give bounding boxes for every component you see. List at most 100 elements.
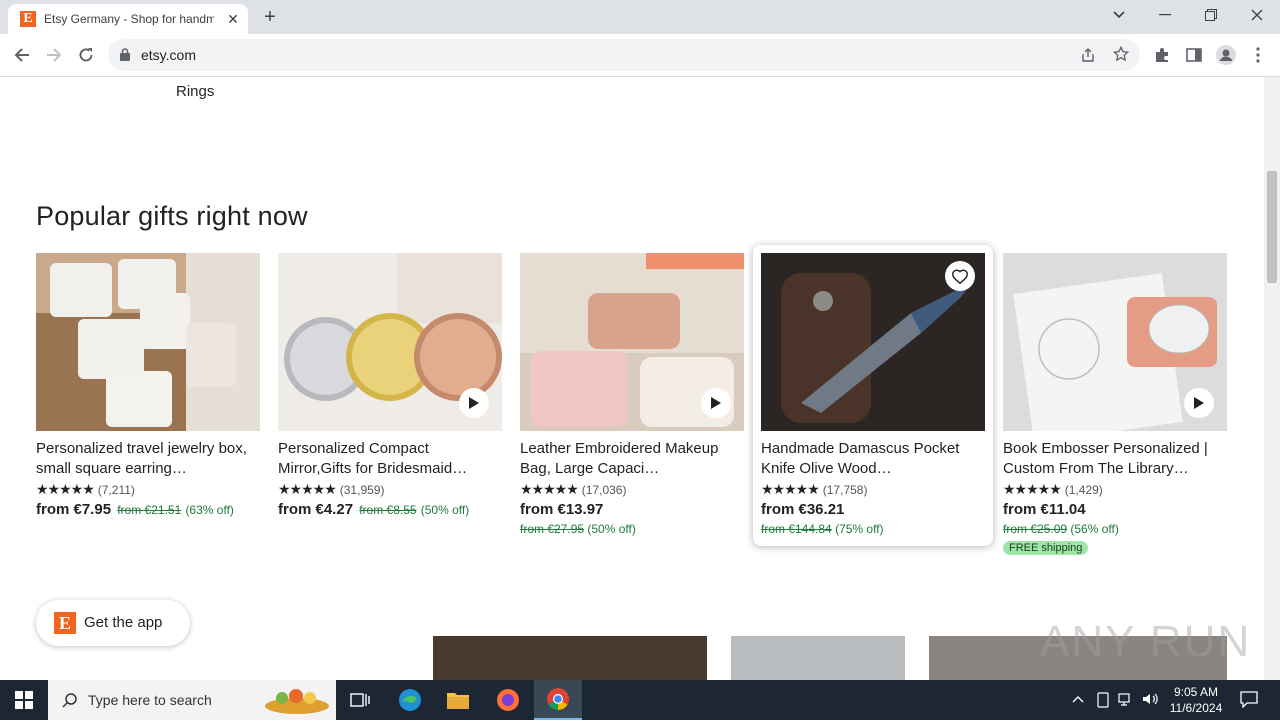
get-the-app-label: Get the app — [84, 614, 163, 631]
taskbar-search-box[interactable]: Type here to search — [48, 680, 336, 720]
forward-icon[interactable] — [40, 42, 68, 68]
firefox-icon[interactable] — [484, 680, 532, 720]
product-card[interactable]: Handmade Damascus Pocket Knife Olive Woo… — [753, 245, 993, 546]
play-video-button[interactable] — [701, 388, 731, 418]
new-tab-button[interactable]: + — [258, 6, 282, 28]
review-count: (7,211) — [97, 482, 135, 497]
close-window-button[interactable] — [1234, 0, 1280, 30]
sale-price: from €13.97 — [520, 501, 604, 518]
file-explorer-icon[interactable] — [434, 680, 482, 720]
price-line: from €7.95 from €21.51 (63% off) — [36, 500, 260, 520]
lock-icon[interactable] — [120, 48, 130, 66]
profile-avatar-icon[interactable] — [1212, 42, 1240, 68]
product-card[interactable]: Leather Embroidered Makeup Bag, Large Ca… — [520, 253, 744, 538]
restore-button[interactable] — [1188, 0, 1234, 30]
reload-icon[interactable] — [72, 42, 100, 68]
discount-text: (50% off) — [587, 522, 636, 536]
rating-stars: ★★★★★ — [36, 481, 95, 497]
price-line: from €11.04 — [1003, 500, 1227, 520]
rating: ★★★★★ (17,036) — [520, 481, 744, 498]
favorite-heart-button[interactable] — [945, 261, 975, 291]
product-title[interactable]: Handmade Damascus Pocket Knife Olive Woo… — [761, 439, 985, 479]
browser-tab[interactable]: E Etsy Germany - Shop for handmade ✕ — [8, 4, 248, 34]
tab-strip: E Etsy Germany - Shop for handmade ✕ + — [0, 0, 1280, 34]
search-highlight-image — [262, 684, 332, 721]
rating-stars: ★★★★★ — [1003, 481, 1062, 497]
windows-start-icon[interactable] — [0, 680, 48, 720]
play-video-button[interactable] — [1184, 388, 1214, 418]
discount-text: (75% off) — [835, 522, 884, 536]
product-image[interactable] — [520, 253, 744, 431]
original-price: from €8.55 — [359, 503, 417, 517]
notifications-icon[interactable] — [1240, 690, 1258, 711]
review-count: (17,758) — [822, 482, 868, 497]
chrome-icon[interactable] — [534, 680, 582, 720]
watermark: ANY RUN — [1040, 617, 1252, 666]
bookmark-star-icon[interactable] — [1112, 45, 1130, 67]
sale-price: from €7.95 — [36, 501, 112, 518]
windows-taskbar: Type here to search 9:05 AM 11/6/2024 — [0, 680, 1280, 720]
tab-title: Etsy Germany - Shop for handmade — [44, 12, 214, 26]
rating-stars: ★★★★★ — [520, 481, 579, 497]
rating-stars: ★★★★★ — [278, 481, 337, 497]
minimize-button[interactable] — [1142, 0, 1188, 30]
product-title[interactable]: Book Embosser Personalized | Custom From… — [1003, 439, 1227, 479]
rating: ★★★★★ (17,758) — [761, 481, 985, 498]
discount-text: (56% off) — [1070, 522, 1119, 536]
search-placeholder: Type here to search — [88, 692, 212, 708]
section-title: Popular gifts right now — [36, 201, 308, 231]
page-scrollbar[interactable] — [1264, 77, 1280, 680]
get-the-app-button[interactable]: E Get the app — [36, 600, 190, 646]
product-card[interactable]: Book Embosser Personalized | Custom From… — [1003, 253, 1227, 556]
edge-browser-icon[interactable] — [386, 680, 434, 720]
product-image[interactable] — [36, 253, 260, 431]
original-price-line: from €144.84 (75% off) — [761, 520, 985, 538]
product-title[interactable]: Personalized travel jewelry box, small s… — [36, 439, 260, 479]
play-video-button[interactable] — [459, 388, 489, 418]
close-tab-icon[interactable]: ✕ — [224, 10, 242, 28]
browser-toolbar: etsy.com — [0, 34, 1280, 77]
tab-search-chevron-icon[interactable] — [1096, 0, 1142, 30]
category-label-rings[interactable]: Rings — [176, 83, 214, 100]
original-price-line: from €25.09 (56% off) — [1003, 520, 1227, 538]
extensions-icon[interactable] — [1148, 42, 1176, 68]
task-view-icon[interactable] — [336, 680, 384, 720]
discount-text: (63% off) — [185, 503, 234, 517]
system-clock[interactable]: 9:05 AM 11/6/2024 — [1166, 684, 1226, 716]
address-bar[interactable]: etsy.com — [108, 39, 1140, 71]
listing-image-partial[interactable] — [433, 636, 707, 680]
sale-price: from €11.04 — [1003, 501, 1086, 518]
product-card[interactable]: Personalized travel jewelry box, small s… — [36, 253, 260, 520]
price-line: from €4.27 from €8.55 (50% off) — [278, 500, 502, 520]
rating: ★★★★★ (1,429) — [1003, 481, 1227, 498]
show-hidden-icons-chevron[interactable] — [1072, 692, 1084, 706]
product-title[interactable]: Leather Embroidered Makeup Bag, Large Ca… — [520, 439, 744, 479]
side-panel-icon[interactable] — [1180, 42, 1208, 68]
tray-device-icon[interactable] — [1096, 692, 1110, 711]
original-price-line: from €27.95 (50% off) — [520, 520, 744, 538]
product-image[interactable] — [278, 253, 502, 431]
price-line: from €36.21 — [761, 500, 985, 520]
price-line: from €13.97 — [520, 500, 744, 520]
scrollbar-thumb[interactable] — [1267, 171, 1277, 283]
free-shipping-badge: FREE shipping — [1003, 541, 1089, 555]
etsy-favicon-icon: E — [20, 11, 36, 27]
original-price: from €21.51 — [117, 503, 182, 517]
menu-kebab-icon[interactable] — [1244, 42, 1272, 68]
product-image[interactable] — [1003, 253, 1227, 431]
review-count: (31,959) — [339, 482, 385, 497]
product-title[interactable]: Personalized Compact Mirror,Gifts for Br… — [278, 439, 502, 479]
rating-stars: ★★★★★ — [761, 481, 820, 497]
product-card[interactable]: Personalized Compact Mirror,Gifts for Br… — [278, 253, 502, 520]
back-icon[interactable] — [8, 42, 36, 68]
volume-icon[interactable] — [1142, 692, 1158, 709]
network-icon[interactable] — [1118, 692, 1134, 709]
share-icon[interactable] — [1080, 47, 1096, 68]
product-image[interactable] — [761, 253, 985, 431]
etsy-logo-icon: E — [54, 612, 76, 634]
sale-price: from €36.21 — [761, 501, 845, 518]
original-price: from €25.09 — [1003, 522, 1068, 536]
url-text: etsy.com — [141, 47, 196, 63]
listing-image-partial[interactable] — [731, 636, 905, 680]
discount-text: (50% off) — [420, 503, 470, 517]
